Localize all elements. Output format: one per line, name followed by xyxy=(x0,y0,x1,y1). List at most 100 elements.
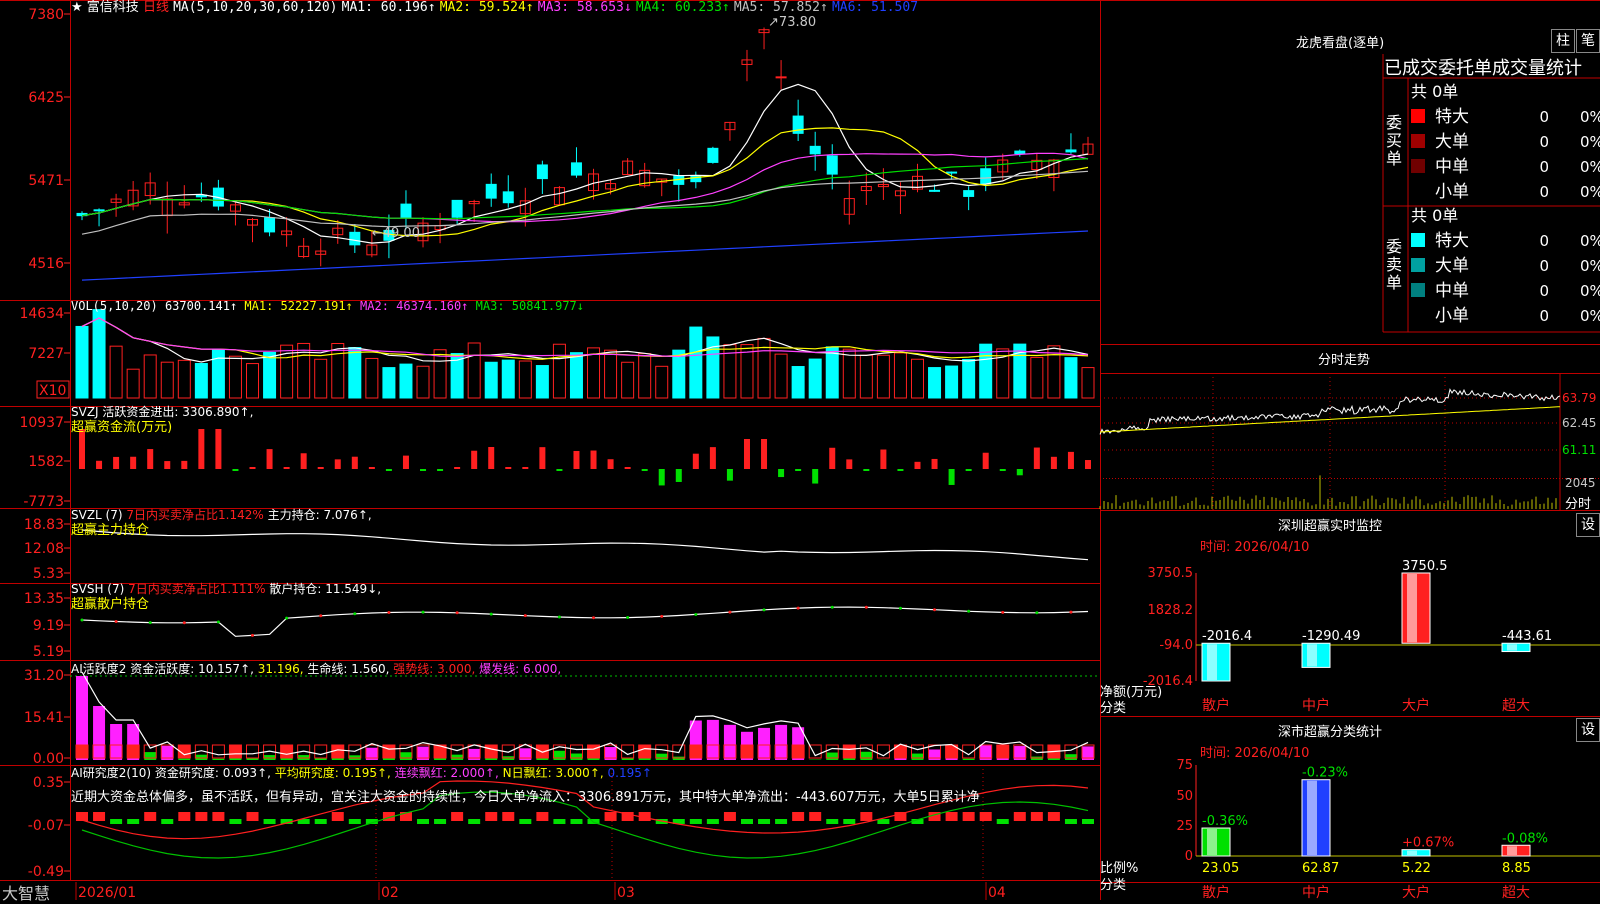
fund-flow-bar xyxy=(369,467,375,469)
activity-bar xyxy=(281,758,293,760)
sell-row-swatch xyxy=(1411,283,1425,297)
sz-class-ytick-0: 75 xyxy=(1176,758,1193,773)
fund-flow-bar xyxy=(232,469,238,471)
sz-monitor-ytick-0: 3750.5 xyxy=(1148,566,1194,581)
fund-flow-bar xyxy=(198,429,204,469)
retail-dot xyxy=(149,621,152,624)
ma2-value: MA2: 59.524↑ xyxy=(440,0,534,15)
svzl-ytick-0: 18.83 xyxy=(24,517,64,533)
volume-bar xyxy=(605,350,617,398)
fund-flow-bar xyxy=(591,451,597,469)
volume-bar xyxy=(417,366,429,398)
sz-monitor-bar-label-2: 3750.5 xyxy=(1402,559,1448,574)
vol-value: 63700.141↑ xyxy=(165,299,237,313)
fund-flow-bar xyxy=(744,439,750,469)
research-bar xyxy=(826,819,838,824)
candle-body xyxy=(401,204,411,217)
res-ytick-1: -0.07 xyxy=(28,818,64,834)
activity-bar xyxy=(178,759,190,760)
date-label-3: 04 xyxy=(988,885,1006,900)
svsh-ytick-1: 9.19 xyxy=(33,618,64,634)
sz-monitor-settings[interactable]: 设 xyxy=(1576,513,1600,537)
sz-class-title: 深市超赢分类统计 xyxy=(1278,721,1382,740)
period-label[interactable]: 日线 xyxy=(143,0,169,15)
volume-bar xyxy=(963,359,975,398)
retail-dot xyxy=(933,608,936,611)
research-bar xyxy=(127,819,139,824)
buy-row-count-2: 0 xyxy=(1539,158,1549,176)
fund-flow-bar xyxy=(113,457,119,469)
ai-research-p4: 0.195↑ xyxy=(608,766,652,780)
candle-body xyxy=(503,192,513,203)
volume-bar xyxy=(468,343,480,398)
fund-flow-bar xyxy=(676,469,682,482)
sz-monitor-bar-highlight xyxy=(1307,644,1317,666)
activity-bar xyxy=(110,724,122,760)
sz-class-settings[interactable]: 设 xyxy=(1576,718,1600,742)
candle-body xyxy=(708,148,718,162)
activity-base-bar xyxy=(792,745,804,758)
vol-ma3: MA3: 50841.977↓ xyxy=(476,299,584,313)
research-bar xyxy=(417,819,429,824)
sz-class-pct-0: 23.05 xyxy=(1202,861,1239,876)
research-bar xyxy=(1048,812,1060,821)
sz-class-time: 时间: 2026/04/10 xyxy=(1200,742,1309,761)
fund-flow-bar xyxy=(181,461,187,469)
retail-dot xyxy=(81,619,84,622)
research-bar xyxy=(485,812,497,821)
kline-panel[interactable]: 7380642554714516↗73.80←49.00 xyxy=(28,7,1093,280)
volume-bar xyxy=(366,358,378,398)
retail-dot xyxy=(217,621,220,624)
ai-active-p1: 31.196, xyxy=(258,662,304,676)
ma5-line xyxy=(82,84,1088,243)
sell-total: 共 0单 xyxy=(1411,206,1458,225)
svzj-ytick-0: 10937 xyxy=(19,415,64,431)
research-bar xyxy=(775,819,787,824)
volume-bar xyxy=(144,355,156,398)
sz-class-bar-highlight xyxy=(1507,846,1517,855)
retail-dot xyxy=(967,610,970,613)
tab-bar[interactable]: 柱 xyxy=(1551,29,1575,53)
research-bar xyxy=(502,812,514,821)
ai-active-panel[interactable]: 31.2015.410.00 xyxy=(24,668,1100,767)
retail-dot xyxy=(251,634,254,637)
activity-bar xyxy=(93,706,105,760)
tab-tick[interactable]: 笔 xyxy=(1576,29,1600,53)
candle-body xyxy=(964,191,974,197)
kline-header: ★ 富信科技 日线 MA(5,10,20,30,60,120) MA1: 60.… xyxy=(71,0,918,16)
ai-active-title: AI活跃度2 xyxy=(71,662,126,676)
research-bar xyxy=(1031,812,1043,821)
sell-vertical-label-char: 委 xyxy=(1386,237,1402,256)
buy-row-count-0: 0 xyxy=(1539,108,1549,126)
svzj-subtitle: 超赢资金流(万元) xyxy=(71,420,172,435)
fund-flow-bar xyxy=(505,467,511,469)
activity-base-bar xyxy=(639,745,651,758)
fund-flow-bar xyxy=(778,469,784,477)
fund-flow-bar xyxy=(795,469,801,471)
svsh-ytick-2: 5.19 xyxy=(33,644,64,660)
dragon-tiger-title: 龙虎看盘(逐单) xyxy=(1296,32,1384,51)
volume-bar xyxy=(400,364,412,398)
research-bar xyxy=(315,819,327,824)
fund-flow-bar xyxy=(79,429,85,469)
sell-row-label-2: 中单 xyxy=(1435,281,1469,301)
fund-flow-bar xyxy=(1051,457,1057,469)
stock-name[interactable]: 富信科技 xyxy=(87,0,139,15)
fund-flow-bar xyxy=(710,447,716,469)
buy-row-label-0: 特大 xyxy=(1435,107,1469,127)
candle-body xyxy=(452,200,462,217)
retail-dot xyxy=(626,616,629,619)
volume-panel[interactable]: 146347227X10 xyxy=(19,306,1094,399)
sz-monitor-ycap2: 分类 xyxy=(1100,697,1126,716)
fund-flow-bar xyxy=(573,451,579,469)
buy-row-label-2: 中单 xyxy=(1435,157,1469,177)
retail-dot xyxy=(183,621,186,624)
svzj-header: SVZJ 活跃资金进出: 3306.890↑, 超赢资金流(万元) xyxy=(71,405,253,435)
retail-dot xyxy=(115,620,118,623)
activity-bar xyxy=(758,728,770,760)
research-bar xyxy=(741,819,753,824)
activity-bar xyxy=(195,755,207,760)
volume-bar xyxy=(212,349,224,398)
ma120-line xyxy=(82,231,1088,280)
volume-bar xyxy=(502,360,514,398)
